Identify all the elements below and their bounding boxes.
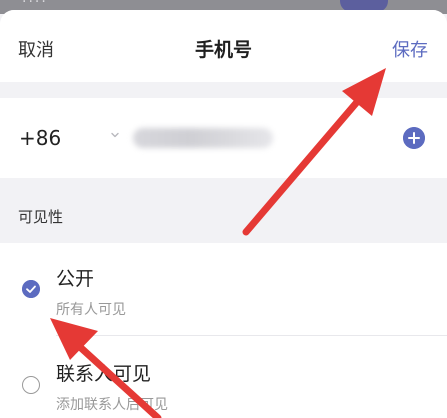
sheet-header: 取消 手机号 保存: [0, 10, 447, 82]
option-label: 公开: [56, 268, 95, 290]
plus-circle-icon[interactable]: [403, 127, 425, 149]
visibility-option-public[interactable]: 公开 所有人可见: [0, 243, 447, 335]
visibility-section-label: 可见性: [18, 208, 64, 226]
visibility-options: 公开 所有人可见 联系人可见 添加联系人后可见: [0, 243, 447, 418]
chevron-down-icon[interactable]: [110, 130, 120, 140]
edit-phone-sheet: 取消 手机号 保存 +86 可见性 公开 所有人可见 联系人可见 添加联系人后可…: [0, 10, 447, 418]
save-button[interactable]: 保存: [392, 36, 428, 62]
background-text: ····: [22, 0, 48, 10]
option-label: 联系人可见: [56, 363, 152, 385]
page-title: 手机号: [194, 39, 252, 61]
option-description: 所有人可见: [56, 302, 126, 318]
phone-number-row: +86: [0, 98, 447, 178]
radio-empty-icon[interactable]: [22, 376, 40, 394]
country-code-selector[interactable]: +86: [19, 126, 61, 150]
visibility-option-contacts[interactable]: 联系人可见 添加联系人后可见: [0, 336, 447, 418]
check-circle-icon[interactable]: [22, 280, 40, 298]
phone-number-input[interactable]: [133, 128, 273, 148]
option-description: 添加联系人后可见: [56, 397, 168, 413]
